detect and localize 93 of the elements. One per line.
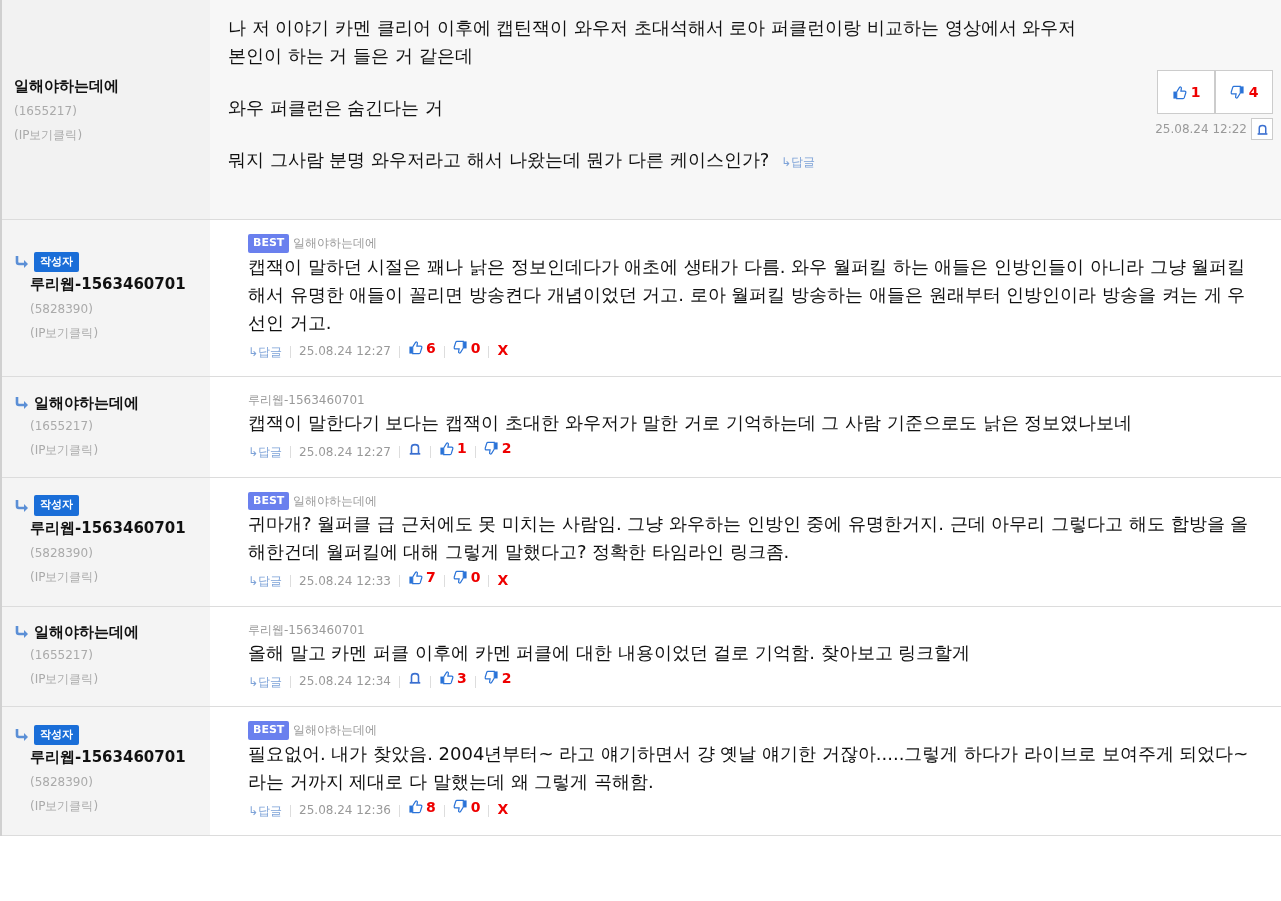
comment-text: 올해 말고 카멘 퍼클 이후에 카멘 퍼클에 대한 내용이었던 걸로 기억함. 찾아보고 링크할게	[248, 640, 972, 665]
vote-count: 4	[1248, 82, 1259, 102]
vote-count: 0	[470, 338, 481, 358]
downvote-button[interactable]: 0	[452, 795, 481, 818]
comment-text: 캡잭이 말한다기 보다는 캡잭이 초대한 와우저가 말한 거로 기억하는데 그 사람 기준으로도 낡은 정보였나보네	[248, 411, 1134, 435]
comment-time: 25.08.24 12:27	[299, 444, 391, 459]
vote-count: 2	[501, 439, 512, 458]
report-button[interactable]	[1251, 118, 1273, 140]
author-name[interactable]: 일해야하는데에	[34, 392, 139, 413]
vote-count: 0	[470, 797, 481, 817]
downvote-button[interactable]: 0	[452, 336, 481, 359]
reply-link[interactable]: ↳답글	[248, 344, 283, 358]
thumbs-up-icon	[438, 440, 454, 456]
thumbs-down-icon	[483, 440, 499, 456]
reply-link[interactable]: ↳답글	[248, 444, 283, 459]
comment-time: 25.08.24 12:34	[299, 674, 391, 688]
reply-arrow-icon	[14, 394, 30, 411]
user-id: (5828390)	[30, 302, 93, 317]
user-id: (5828390)	[30, 545, 93, 560]
thumbs-down-icon	[452, 340, 468, 355]
comment-text: 와우 퍼클런은 숨긴다는 거	[228, 96, 445, 120]
best-badge: BEST	[248, 234, 290, 253]
writer-badge: 작성자	[34, 251, 79, 273]
user-id: (5828390)	[30, 775, 93, 790]
bell-icon	[407, 441, 422, 456]
thumbs-up-icon	[1171, 84, 1187, 100]
bell-icon	[407, 671, 422, 685]
thumbs-down-icon	[452, 799, 468, 814]
author-name[interactable]: 일해야하는데에	[14, 76, 119, 95]
writer-badge: 작성자	[34, 724, 79, 746]
thumbs-up-icon	[407, 340, 423, 355]
parent-author: 일해야하는데에	[293, 492, 378, 510]
upvote-button[interactable]: 1	[438, 437, 467, 459]
reply-link[interactable]: ↳답글	[781, 155, 816, 169]
author-name[interactable]: 루리웹-1563460701	[30, 275, 186, 294]
best-badge: BEST	[248, 491, 290, 510]
comment-text: 귀마개? 월퍼클 급 근처에도 못 미치는 사람임. 그냥 와우하는 인방인 중에 유명한거지. 근데 아무리 그렇다고 해도 합방을 올해한건데 월퍼킬에 대해 그렇게 말했다고? 정확한 타임라인 링크좀.	[248, 512, 1250, 564]
vote-count: 7	[425, 568, 436, 587]
reply-arrow-icon	[14, 254, 30, 270]
delete-button[interactable]: X	[497, 571, 509, 588]
user-id: (1655217)	[30, 418, 93, 433]
thumbs-down-icon	[483, 670, 499, 685]
best-badge: BEST	[248, 721, 290, 740]
parent-author: 일해야하는데에	[293, 235, 378, 253]
upvote-button[interactable]: 7	[407, 566, 436, 588]
vote-count: 1	[456, 439, 467, 458]
thumbs-up-icon	[407, 569, 423, 585]
writer-badge: 작성자	[34, 495, 79, 516]
report-button[interactable]	[407, 671, 422, 685]
downvote-button[interactable]: 4	[1215, 70, 1273, 114]
reply-link[interactable]: ↳답글	[248, 674, 283, 688]
downvote-button[interactable]: 0	[452, 566, 481, 588]
upvote-button[interactable]: 8	[407, 795, 436, 818]
downvote-button[interactable]: 2	[483, 666, 512, 689]
thumbs-up-icon	[438, 670, 454, 685]
author-name[interactable]: 루리웹-1563460701	[30, 518, 186, 537]
comment-time: 25.08.24 12:22	[1155, 121, 1247, 138]
comment-text: 캡잭이 말하던 시절은 꽤나 낡은 정보인데다가 애초에 생태가 다름. 와우 월퍼킬 하는 애들은 인방인들이 아니라 그냥 월퍼킬 해서 유명한 애들이 꼴리면 방송켠다 개념이었던 거고. 로아 월퍼킬 방송하는 애들은 원래부터 인방인이라 방송을 켜는 게 우선인 거고.	[248, 254, 1247, 335]
bell-icon	[1255, 122, 1269, 136]
delete-button[interactable]: X	[497, 801, 509, 817]
vote-count: 3	[456, 668, 467, 688]
author-name[interactable]: 일해야하는데에	[34, 622, 139, 643]
vote-count: 2	[501, 668, 512, 688]
comment-text: 나 저 이야기 카멘 클리어 이후에 캡틴잭이 와우저 초대석해서 로아 퍼클런이랑 비교하는 영상에서 와우저 본인이 하는 거 들은 거 같은데	[228, 16, 1078, 68]
thumbs-up-icon	[407, 799, 423, 814]
thumbs-down-icon	[452, 569, 468, 585]
comment-time: 25.08.24 12:33	[299, 573, 391, 588]
comment-text: 뭐지 그사람 분명 와우저라고 해서 나왔는데 뭔가 다른 케이스인가? ↳답글	[228, 148, 817, 172]
comment-text: 필요없어. 내가 찾았음. 2004년부터~ 라고 얘기하면서 걍 옛날 얘기한 거잖아.....그렇게 하다가 라이브로 보여주게 되었다~ 라는 거까지 제대로 다 말했는데 왜 그렇게 곡해함.	[248, 741, 1250, 794]
parent-author: 루리웹-1563460701	[248, 392, 365, 409]
upvote-button[interactable]: 3	[438, 666, 467, 689]
parent-author: 루리웹-1563460701	[248, 621, 365, 639]
parent-author: 일해야하는데에	[293, 722, 378, 740]
reply-arrow-icon	[14, 624, 30, 641]
upvote-button[interactable]: 6	[407, 336, 436, 359]
comment-time: 25.08.24 12:36	[299, 803, 391, 817]
reply-link[interactable]: ↳답글	[248, 803, 283, 817]
reply-link[interactable]: ↳답글	[248, 573, 283, 588]
user-id: (1655217)	[30, 648, 93, 663]
vote-count: 8	[425, 797, 436, 817]
upvote-button[interactable]: 1	[1157, 70, 1215, 114]
downvote-button[interactable]: 2	[483, 437, 512, 459]
author-name[interactable]: 루리웹-1563460701	[30, 748, 186, 767]
vote-count: 0	[470, 568, 481, 587]
user-id: (1655217)	[14, 103, 77, 118]
reply-arrow-icon	[14, 727, 30, 743]
delete-button[interactable]: X	[497, 342, 509, 358]
thumbs-down-icon	[1229, 84, 1245, 100]
report-button[interactable]	[407, 441, 422, 456]
reply-arrow-icon	[14, 497, 30, 514]
vote-count: 6	[425, 338, 436, 358]
comment-time: 25.08.24 12:27	[299, 344, 391, 358]
vote-count: 1	[1190, 82, 1201, 102]
